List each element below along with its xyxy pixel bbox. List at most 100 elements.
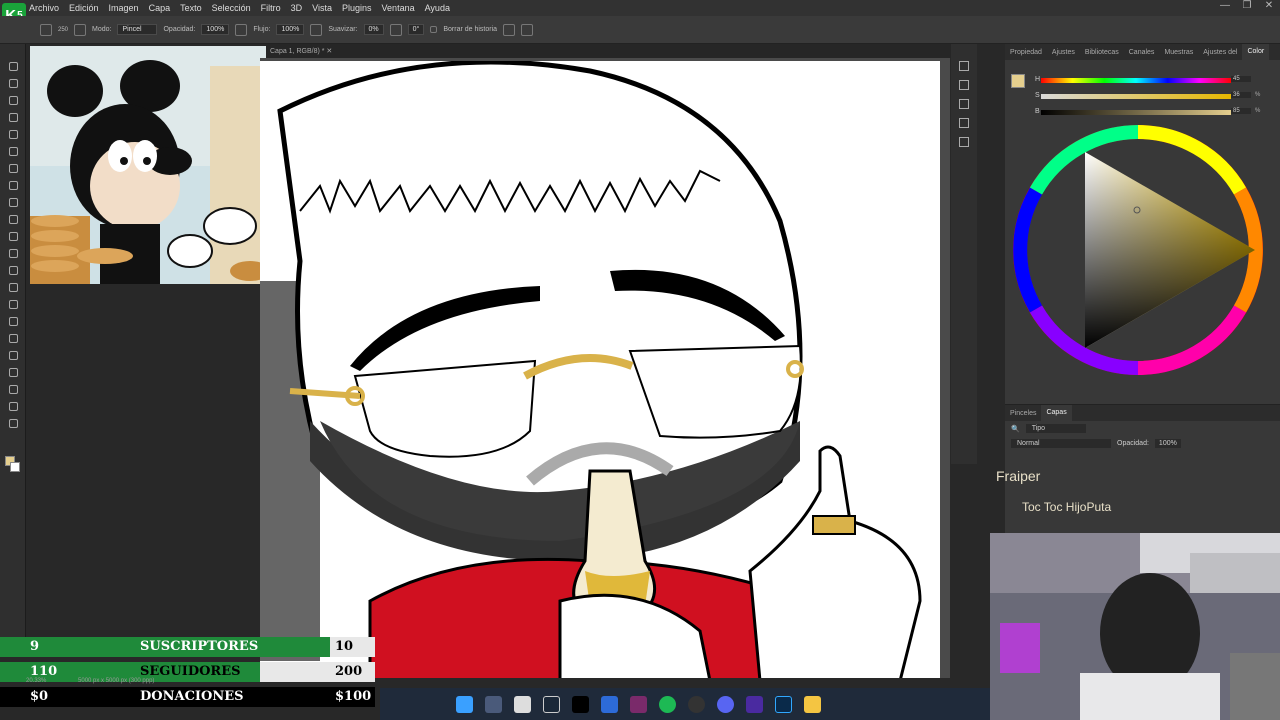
menu-ventana[interactable]: Ventana (377, 3, 420, 13)
s-value[interactable]: 36 (1231, 92, 1251, 98)
menu-3d[interactable]: 3D (286, 3, 308, 13)
lasso-tool[interactable] (0, 92, 26, 109)
b-value[interactable]: 85 (1231, 108, 1251, 114)
menu-edicion[interactable]: Edición (64, 3, 104, 13)
spotify-icon[interactable] (659, 695, 676, 713)
obs-icon[interactable] (688, 695, 705, 713)
info-panel-icon[interactable] (951, 132, 977, 151)
angle-field[interactable]: 0° (407, 24, 425, 35)
brush-settings-icon[interactable] (74, 23, 87, 36)
document-tab[interactable]: Capa 1, RGB/8) * ✕ (266, 44, 956, 58)
menu-plugins[interactable]: Plugins (337, 3, 377, 13)
color-wheel[interactable] (1005, 120, 1280, 390)
reference-image-mickey (30, 46, 268, 284)
dodge-tool[interactable] (0, 296, 26, 313)
menu-archivo[interactable]: Archivo (24, 3, 64, 13)
discord-icon[interactable] (717, 695, 734, 713)
smooth-field[interactable]: 0% (363, 24, 384, 35)
history-checkbox[interactable] (430, 26, 438, 33)
history-panel-icon[interactable] (951, 56, 977, 75)
hue-slider[interactable] (1041, 78, 1231, 83)
menu-ayuda[interactable]: Ayuda (420, 3, 455, 13)
pressure-opacity-icon[interactable] (235, 23, 248, 36)
menu-filtro[interactable]: Filtro (256, 3, 286, 13)
path-select-tool[interactable] (0, 347, 26, 364)
airbrush-icon[interactable] (310, 23, 323, 36)
tab-capas[interactable]: Capas (1041, 405, 1072, 421)
flow-field[interactable]: 100% (276, 24, 305, 35)
crop-tool[interactable] (0, 126, 26, 143)
tab-ajustes-del[interactable]: Ajustes del (1198, 49, 1242, 56)
eraser-tool[interactable] (0, 245, 26, 262)
hsb-sliders: H 45 S 36 % B 85 % (1005, 60, 1280, 120)
zoom-tool[interactable] (0, 398, 26, 415)
current-color-swatch[interactable] (1011, 74, 1025, 88)
saturation-slider[interactable] (1041, 94, 1231, 99)
h-value[interactable]: 45 (1231, 76, 1251, 82)
properties-panel-icon[interactable] (951, 94, 977, 113)
gradient-tool[interactable] (0, 262, 26, 279)
windows-start-icon[interactable] (456, 695, 473, 713)
more-tools-icon[interactable] (0, 415, 26, 432)
close-window-button[interactable]: ✕ (1258, 0, 1280, 16)
tiktok-icon[interactable] (572, 695, 589, 713)
tab-bibliotecas[interactable]: Bibliotecas (1080, 49, 1124, 56)
shape-tool[interactable] (0, 364, 26, 381)
goal-current: 110 (30, 664, 58, 679)
canvas-area[interactable] (260, 58, 950, 678)
blend-mode-select[interactable]: Normal (1011, 439, 1111, 448)
steam-icon[interactable] (543, 695, 560, 713)
opacity-field[interactable]: 100% (201, 24, 230, 35)
symmetry-icon[interactable] (521, 23, 534, 36)
app2-icon[interactable] (630, 695, 647, 713)
store-icon[interactable] (514, 695, 531, 713)
menu-vista[interactable]: Vista (307, 3, 337, 13)
stamp-tool[interactable] (0, 211, 26, 228)
menu-imagen[interactable]: Imagen (104, 3, 144, 13)
brush-tool[interactable] (0, 194, 26, 211)
frame-tool[interactable] (0, 143, 26, 160)
blur-tool[interactable] (0, 279, 26, 296)
tab-propiedad[interactable]: Propiedad (1005, 49, 1047, 56)
comments-panel-icon[interactable] (951, 113, 977, 132)
tab-color[interactable]: Color (1242, 44, 1270, 60)
menu-seleccion[interactable]: Selección (207, 3, 256, 13)
menu-texto[interactable]: Texto (175, 3, 207, 13)
gear-icon[interactable] (389, 23, 402, 36)
menu-capa[interactable]: Capa (144, 3, 176, 13)
s-percent: % (1255, 92, 1261, 98)
type-tool[interactable] (0, 330, 26, 347)
background-color-swatch[interactable] (10, 462, 20, 472)
color-panel: Propiedad Ajustes Bibliotecas Canales Mu… (1005, 44, 1280, 404)
tab-ajustes[interactable]: Ajustes (1047, 49, 1080, 56)
tab-pinceles[interactable]: Pinceles (1005, 410, 1041, 417)
move-tool[interactable] (0, 58, 26, 75)
tab-muestras[interactable]: Muestras (1159, 49, 1198, 56)
hand-tool[interactable] (0, 381, 26, 398)
folder-icon[interactable] (804, 695, 821, 713)
task-view-icon[interactable] (485, 695, 502, 713)
maximize-button[interactable]: ❐ (1236, 0, 1258, 16)
tab-canales[interactable]: Canales (1124, 49, 1160, 56)
layer-opacity-field[interactable]: 100% (1154, 439, 1181, 448)
brush-preset-icon[interactable] (40, 23, 52, 36)
zoom-level[interactable]: 20.33% (26, 678, 46, 684)
eyedropper-tool[interactable] (0, 160, 26, 177)
history-brush-tool[interactable] (0, 228, 26, 245)
drawing-canvas[interactable] (260, 59, 940, 678)
layer-filter-select[interactable]: Tipo (1025, 424, 1086, 433)
photoshop-icon[interactable] (775, 695, 792, 713)
quick-select-tool[interactable] (0, 109, 26, 126)
vst-icon[interactable] (746, 695, 763, 713)
alert-name: Fraiper (996, 468, 1041, 484)
app-icon[interactable] (601, 695, 618, 713)
actions-panel-icon[interactable] (951, 75, 977, 94)
pressure-size-icon[interactable] (503, 23, 516, 36)
mode-select[interactable]: Pincel (117, 24, 158, 35)
brightness-slider[interactable] (1041, 110, 1231, 115)
pen-tool[interactable] (0, 313, 26, 330)
marquee-tool[interactable] (0, 75, 26, 92)
healing-tool[interactable] (0, 177, 26, 194)
menu-bar: Archivo Edición Imagen Capa Texto Selecc… (0, 0, 1280, 16)
minimize-button[interactable]: — (1214, 0, 1236, 16)
